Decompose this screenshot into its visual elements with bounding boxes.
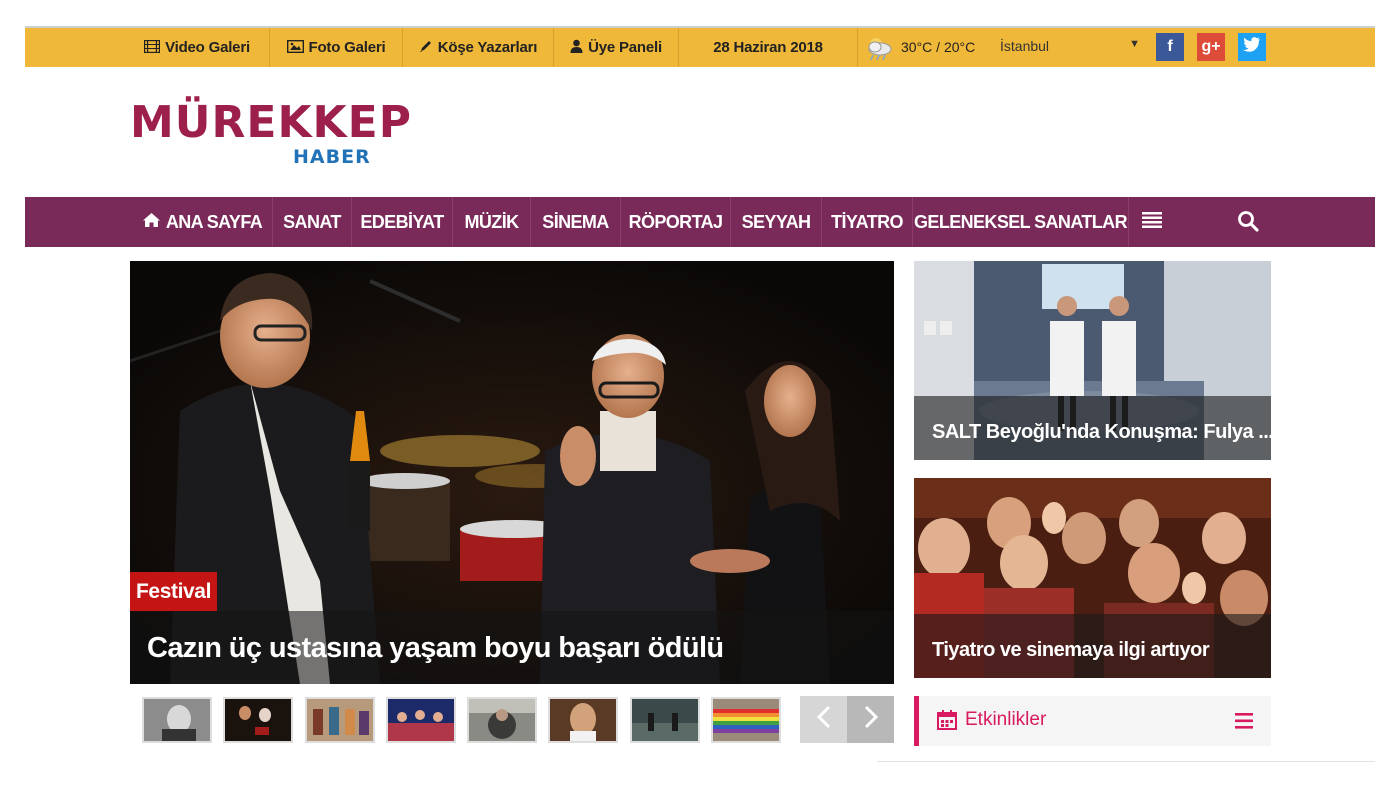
nav-item-sinema[interactable]: SİNEMA (531, 197, 621, 247)
columnists-label: Köşe Yazarları (437, 39, 538, 56)
slider-thumbnail[interactable] (548, 697, 618, 743)
slider-next-button[interactable] (847, 696, 894, 743)
hero-headline[interactable]: Cazın üç ustasına yaşam boyu başarı ödül… (147, 632, 724, 665)
home-icon (142, 213, 160, 231)
facebook-icon: f (1167, 38, 1173, 55)
nav-item-muzik[interactable]: MÜZİK (453, 197, 531, 247)
site-logo[interactable]: MÜREKKEP HABER (130, 100, 411, 170)
user-icon (570, 39, 583, 56)
card-headline[interactable]: SALT Beyoğlu'nda Konuşma: Fulya ... (932, 421, 1271, 444)
divider (877, 761, 1375, 762)
date-label: 28 Haziran 2018 (713, 39, 823, 56)
events-widget-header: Etkinlikler (914, 696, 1271, 746)
thumbnail-image (388, 699, 454, 741)
thumbnail-image (550, 699, 616, 741)
video-gallery-label: Video Galeri (165, 39, 250, 56)
hamburger-icon (1235, 713, 1253, 733)
film-icon (143, 39, 161, 56)
thumbnail-image (713, 699, 779, 741)
nav-item-label: SİNEMA (542, 211, 609, 232)
member-panel-link[interactable]: Üye Paneli (554, 28, 679, 67)
nav-item-home-label: ANA SAYFA (165, 211, 263, 232)
nav-item-label: EDEBİYAT (360, 211, 444, 232)
slider-thumbnail[interactable] (142, 697, 212, 743)
city-select[interactable]: İstanbul ▼ (1000, 38, 1140, 58)
image-icon (286, 39, 304, 56)
nav-item-label: TİYATRO (831, 211, 903, 232)
nav-item-label: SANAT (283, 211, 341, 232)
slider-thumbnail[interactable] (305, 697, 375, 743)
member-panel-label: Üye Paneli (588, 39, 662, 56)
city-select-value: İstanbul (1000, 38, 1050, 54)
slider-thumbnail[interactable] (711, 697, 781, 743)
nav-item-label: RÖPORTAJ (628, 211, 723, 232)
weather-icon (865, 35, 893, 61)
category-badge[interactable]: Festival (130, 572, 218, 611)
search-icon (1237, 211, 1259, 236)
googleplus-icon: g+ (1201, 38, 1221, 55)
nav-item-label: GELENEKSEL SANATLAR (914, 211, 1128, 232)
thumbnail-image (307, 699, 373, 741)
nav-item-label: SEYYAH (741, 211, 811, 232)
dropdown-arrow-icon: ▼ (1129, 38, 1140, 50)
chevron-right-icon (864, 703, 878, 737)
thumbnail-image (144, 699, 210, 741)
events-title: Etkinlikler (965, 709, 1047, 730)
twitter-icon (1243, 37, 1261, 57)
card-headline[interactable]: Tiyatro ve sinemaya ilgi artıyor (932, 639, 1210, 662)
nav-item-roportaj[interactable]: RÖPORTAJ (621, 197, 731, 247)
video-gallery-link[interactable]: Video Galeri (125, 28, 270, 67)
more-menu-button[interactable] (1129, 197, 1175, 247)
twitter-button[interactable] (1238, 33, 1266, 61)
thumbnail-image (632, 699, 698, 741)
thumbnail-image (469, 699, 535, 741)
calendar-icon (937, 710, 957, 730)
slider-thumbnail[interactable] (386, 697, 456, 743)
side-news-card[interactable]: Tiyatro ve sinemaya ilgi artıyor (914, 478, 1271, 678)
nav-item-edebiyat[interactable]: EDEBİYAT (352, 197, 453, 247)
logo-main-text: MÜREKKEP (130, 97, 412, 148)
slider-thumbnail[interactable] (630, 697, 700, 743)
nav-item-label: MÜZİK (464, 211, 520, 232)
top-bar: Video Galeri Foto Galeri Köşe Yazarları … (25, 28, 1375, 67)
main-nav: ANA SAYFA SANAT EDEBİYAT MÜZİK SİNEMA RÖ… (25, 197, 1375, 247)
side-news-card[interactable]: SALT Beyoğlu'nda Konuşma: Fulya ... (914, 261, 1271, 460)
weather-temperature: 30°C / 20°C (901, 39, 976, 55)
search-button[interactable] (1237, 210, 1261, 234)
logo-sub-text: HABER (293, 146, 371, 168)
facebook-button[interactable]: f (1156, 33, 1184, 61)
nav-item-home[interactable]: ANA SAYFA (133, 197, 273, 247)
nav-item-geleneksel-sanatlar[interactable]: GELENEKSEL SANATLAR (913, 197, 1129, 247)
list-menu-icon (1142, 211, 1162, 233)
hero-slide[interactable]: Festival Cazın üç ustasına yaşam boyu ba… (130, 261, 894, 684)
photo-gallery-label: Foto Galeri (308, 39, 386, 56)
thumbnail-image (225, 699, 291, 741)
columnists-link[interactable]: Köşe Yazarları (403, 28, 554, 67)
slider-thumbnail[interactable] (223, 697, 293, 743)
photo-gallery-link[interactable]: Foto Galeri (270, 28, 403, 67)
nav-item-seyyah[interactable]: SEYYAH (731, 197, 822, 247)
chevron-left-icon (816, 703, 831, 737)
nav-item-sanat[interactable]: SANAT (273, 197, 352, 247)
events-menu-button[interactable] (1235, 713, 1253, 729)
nav-item-tiyatro[interactable]: TİYATRO (822, 197, 913, 247)
current-date: 28 Haziran 2018 (679, 28, 858, 67)
pencil-icon (419, 39, 433, 56)
googleplus-button[interactable]: g+ (1197, 33, 1225, 61)
slider-thumbnail[interactable] (467, 697, 537, 743)
slider-prev-button[interactable] (800, 696, 847, 743)
